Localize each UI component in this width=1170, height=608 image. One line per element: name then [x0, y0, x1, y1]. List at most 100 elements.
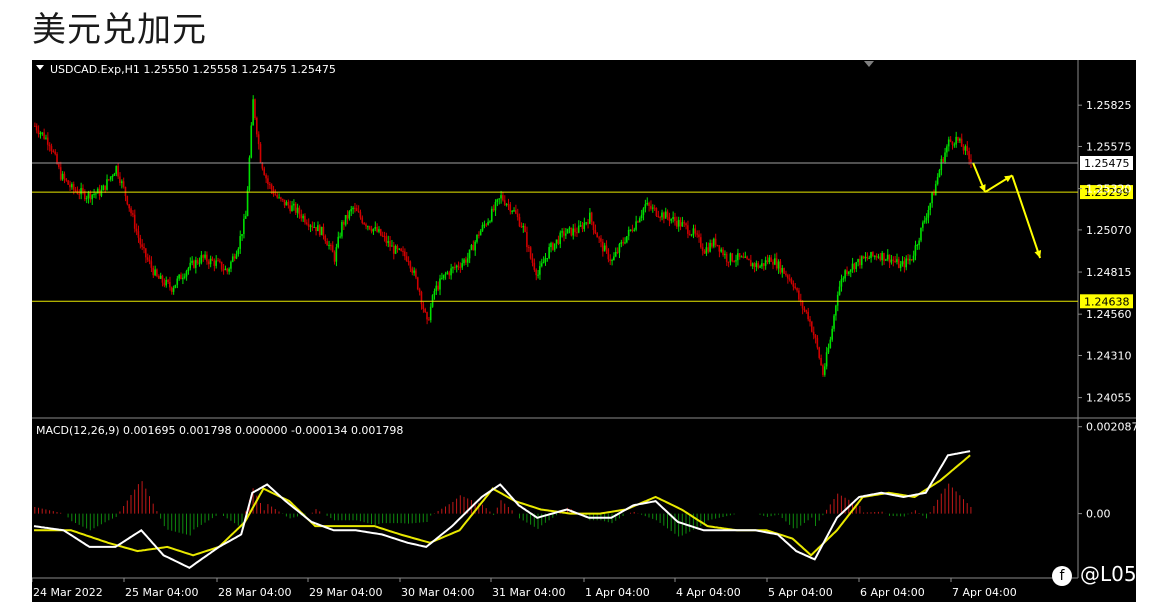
candle-body [646, 202, 648, 205]
candle-body [642, 208, 645, 215]
time-tick-label: 31 Mar 04:00 [492, 586, 565, 599]
candle-body [953, 144, 956, 146]
candle-body [313, 227, 315, 229]
time-tick-label: 30 Mar 04:00 [401, 586, 474, 599]
candle-body [905, 258, 907, 268]
candle-body [753, 263, 756, 267]
candle-body [524, 225, 526, 232]
candle-body [783, 268, 785, 274]
candle-body [250, 125, 253, 158]
candle-body [263, 168, 265, 176]
candle-body [589, 212, 591, 224]
candle-body [637, 221, 639, 223]
candle-body [119, 176, 121, 184]
candle-body [213, 260, 216, 266]
candle-body [415, 270, 417, 278]
candle-body [559, 232, 561, 244]
candle-body [829, 339, 832, 348]
candle-body [507, 204, 510, 206]
candle-body [879, 256, 882, 261]
candle-body [594, 229, 597, 234]
candle-body [324, 235, 327, 242]
candle-body [252, 99, 254, 126]
price-tick-label: 1.25575 [1086, 140, 1132, 153]
price-tick-label: 1.25825 [1086, 99, 1132, 112]
candle-body [694, 228, 697, 234]
candle-body [555, 239, 558, 244]
candle-body [892, 259, 894, 261]
candle-body [287, 202, 290, 206]
candle-body [650, 205, 652, 209]
candle-body [552, 243, 554, 250]
candle-body [41, 132, 43, 134]
candle-body [394, 245, 397, 254]
candle-body [435, 285, 438, 291]
candle-body [385, 236, 388, 243]
candle-body [235, 254, 238, 259]
candle-body [531, 258, 534, 263]
candle-body [146, 257, 149, 260]
candle-body [441, 278, 443, 280]
candle-body [737, 253, 739, 261]
candle-body [176, 278, 179, 285]
candle-body [818, 347, 820, 358]
candle-body [868, 257, 870, 259]
candle-body [946, 146, 948, 153]
candle-body [546, 258, 549, 260]
candle-body [392, 245, 395, 254]
candle-body [798, 290, 800, 300]
social-logo-icon: f [1051, 565, 1072, 586]
candle-body [54, 151, 56, 155]
candle-body [838, 286, 841, 295]
candle-body [653, 207, 656, 209]
candle-body [909, 259, 911, 261]
candle-body [416, 277, 419, 290]
candle-body [938, 170, 941, 178]
candle-body [152, 267, 154, 276]
candle-body [526, 231, 528, 248]
candle-body [429, 306, 432, 321]
candle-body [115, 165, 117, 174]
candle-body [254, 99, 256, 119]
candle-body [172, 287, 175, 292]
candle-body [182, 277, 184, 280]
candle-body [775, 258, 778, 269]
candle-body [687, 225, 689, 234]
candle-body [548, 247, 550, 259]
candle-body [866, 256, 869, 259]
candle-body [801, 301, 804, 309]
candle-body [609, 259, 611, 261]
candle-body [576, 232, 578, 234]
candle-body [424, 308, 426, 313]
candle-body [731, 253, 734, 262]
candle-body [779, 261, 782, 273]
candle-body [770, 257, 772, 262]
candle-body [729, 253, 732, 263]
candle-body [540, 263, 543, 267]
candle-body [100, 190, 103, 196]
time-tick-label: 28 Mar 04:00 [218, 586, 291, 599]
candle-body [751, 263, 754, 267]
candle-body [217, 260, 219, 262]
candle-body [169, 281, 171, 288]
candle-body [572, 228, 574, 236]
candle-body [561, 231, 563, 233]
candle-body [267, 178, 269, 185]
candle-body [718, 245, 721, 252]
candle-body [811, 321, 813, 332]
candle-body [886, 254, 889, 260]
candle-body [855, 262, 857, 270]
candle-body [191, 260, 193, 263]
candle-body [478, 234, 480, 236]
candle-body [111, 175, 114, 177]
candle-body [842, 278, 845, 280]
candle-body [87, 192, 90, 199]
candle-body [285, 202, 288, 206]
candle-body [955, 136, 957, 145]
candle-body [59, 167, 62, 180]
price-tick-label: 1.25320 [1086, 183, 1132, 196]
candle-body [330, 244, 332, 246]
candle-body [320, 226, 323, 236]
candle-body [355, 208, 358, 211]
candle-body [674, 217, 676, 222]
